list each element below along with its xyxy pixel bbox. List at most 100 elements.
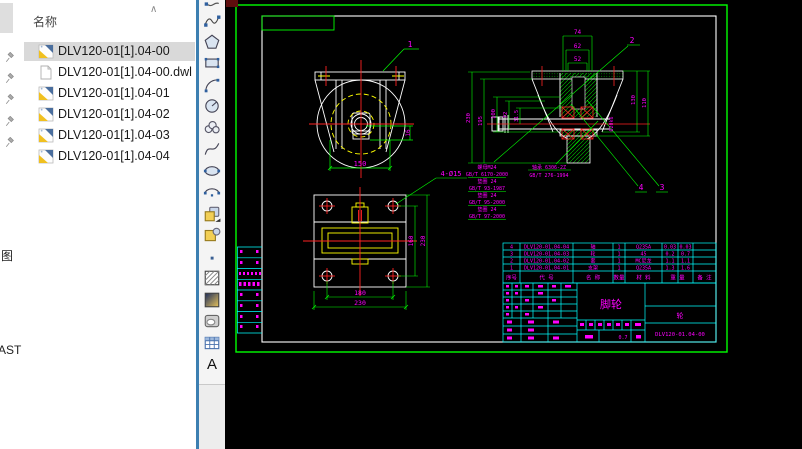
nav-item-partial[interactable]: AST (0, 343, 21, 357)
file-name: DLV120-01[1].04-03 (58, 128, 170, 142)
svg-text:1.1: 1.1 (665, 259, 674, 265)
file-explorer-panel: 图 AST 名称 ∧ DLV120-01[1].04-00 DLV120-01[… (0, 0, 196, 449)
sort-ascending-icon[interactable]: ∧ (150, 4, 157, 15)
svg-text:52: 52 (574, 56, 582, 63)
svg-text:GB/T 6170-2000: GB/T 6170-2000 (466, 172, 508, 178)
plan-view: 180 230 160 230 4-Ø15 (303, 170, 467, 310)
point-icon[interactable] (203, 249, 221, 267)
dwg-file-icon (38, 149, 54, 164)
pin-icon (4, 115, 16, 127)
cad-drawing: 16 150 1 (225, 0, 802, 449)
circle-icon[interactable] (203, 97, 221, 115)
svg-text:16: 16 (405, 129, 412, 137)
polygon-icon[interactable] (203, 33, 221, 51)
name-column-header[interactable]: 名称 (33, 13, 57, 30)
svg-text:0.2: 0.2 (665, 252, 674, 258)
svg-text:支架: 支架 (588, 265, 598, 272)
svg-text:Ø20k6: Ø20k6 (608, 116, 615, 131)
table-icon[interactable] (203, 334, 221, 352)
svg-text:180: 180 (354, 289, 366, 297)
svg-text:2: 2 (630, 36, 635, 45)
svg-text:0.03: 0.03 (664, 245, 676, 251)
product-name: 脚轮 (600, 297, 622, 311)
title-block: 脚轮 0.7 轮 DLV120-01.04-00 (503, 283, 716, 342)
svg-text:74: 74 (574, 29, 582, 36)
ellipse-arc-icon[interactable] (203, 183, 221, 201)
nav-item-partial[interactable]: 图 (1, 247, 13, 264)
file-row[interactable]: DLV120-01[1].04-00 (24, 42, 195, 61)
app-edge-sliver (226, 0, 238, 7)
arc-icon[interactable] (203, 76, 221, 94)
hatch-icon[interactable] (203, 269, 221, 287)
svg-text:GB/T 93-1987: GB/T 93-1987 (469, 186, 505, 192)
revision-cloud-icon[interactable] (203, 119, 221, 137)
svg-text:1.6: 1.6 (681, 266, 690, 272)
multiline-text-icon[interactable]: A (203, 356, 221, 374)
svg-text:130: 130 (631, 95, 637, 105)
svg-text:230: 230 (420, 235, 427, 246)
region-icon[interactable] (203, 312, 221, 330)
pin-icon (4, 72, 16, 84)
svg-text:GB/T 276-1994: GB/T 276-1994 (529, 173, 568, 179)
dwg-file-icon (38, 86, 54, 101)
front-view: 16 150 1 (309, 40, 419, 178)
svg-text:1: 1 (617, 259, 620, 265)
svg-text:4: 4 (639, 183, 644, 192)
file-name: DLV120-01[1].04-01 (58, 86, 170, 100)
dwg-file-icon (38, 44, 54, 59)
pin-icon (4, 51, 16, 63)
svg-text:1: 1 (617, 252, 620, 258)
pin-icon (4, 93, 16, 105)
svg-text:材 料: 材 料 (636, 274, 651, 282)
dwg-file-icon (38, 107, 54, 122)
file-name: DLV120-01[1].04-00 (58, 44, 170, 58)
svg-text:螺母M24: 螺母M24 (477, 164, 496, 171)
svg-text:4: 4 (510, 245, 513, 251)
svg-text:备 注: 备 注 (697, 274, 712, 282)
gradient-icon[interactable] (203, 291, 221, 309)
screen: { "explorer": { "column_header": "名称", "… (0, 0, 802, 449)
svg-text:150: 150 (354, 160, 367, 168)
drawing-number: DLV120-01.04-00 (655, 332, 705, 338)
svg-text:名 称: 名 称 (586, 274, 601, 282)
rectangle-icon[interactable] (203, 54, 221, 72)
pin-icon (4, 136, 16, 148)
file-name: DLV120-01[1].04-04 (58, 149, 170, 163)
svg-text:序号: 序号 (506, 274, 518, 282)
draw-toolbar: A (199, 0, 226, 385)
part-cell: 轮 (677, 311, 684, 320)
svg-text:0.03: 0.03 (679, 245, 691, 251)
svg-text:110: 110 (642, 98, 648, 108)
file-row[interactable]: DLV120-01[1].04-02 (24, 105, 195, 124)
file-row[interactable]: DLV120-01[1].04-00.dwl (24, 63, 195, 82)
ellipse-icon[interactable] (203, 162, 221, 180)
svg-text:100: 100 (491, 109, 497, 119)
file-row[interactable]: DLV120-01[1].04-03 (24, 126, 195, 145)
partial-tool-icon[interactable] (203, 0, 221, 8)
section-view: 74 62 52 230 195 100 72 31.5 130 110 Ø20… (466, 29, 668, 220)
file-name: DLV120-01[1].04-00.dwl (58, 65, 192, 79)
file-row[interactable]: DLV120-01[1].04-01 (24, 84, 195, 103)
svg-text:3: 3 (510, 252, 513, 258)
file-row[interactable]: DLV120-01[1].04-04 (24, 147, 195, 166)
insert-block-icon[interactable] (203, 205, 221, 223)
svg-text:轮: 轮 (590, 251, 595, 258)
bom-table: 4DLV120-01.04-04轴1Q235A0.030.03 3DLV120-… (503, 243, 716, 283)
svg-text:MC尼龙: MC尼龙 (635, 258, 651, 265)
spline-icon[interactable] (203, 140, 221, 158)
svg-text:数量: 数量 (613, 274, 625, 282)
cad-canvas[interactable]: 16 150 1 (225, 0, 802, 449)
svg-text:轴承 6306-2Z: 轴承 6306-2Z (532, 164, 566, 171)
polyline-icon[interactable] (203, 11, 221, 29)
svg-text:DLV120-01.04-02: DLV120-01.04-02 (524, 259, 569, 265)
dwl-file-icon (38, 65, 54, 80)
svg-text:套: 套 (590, 258, 595, 265)
make-block-icon[interactable] (203, 226, 221, 244)
svg-text:DLV120-01.04-03: DLV120-01.04-03 (524, 252, 569, 258)
svg-text:1: 1 (617, 266, 620, 272)
svg-text:195: 195 (478, 116, 484, 126)
svg-text:230: 230 (466, 113, 472, 123)
toolbar-tail (199, 385, 226, 449)
svg-text:1.3: 1.3 (665, 266, 674, 272)
svg-text:3: 3 (660, 183, 665, 192)
